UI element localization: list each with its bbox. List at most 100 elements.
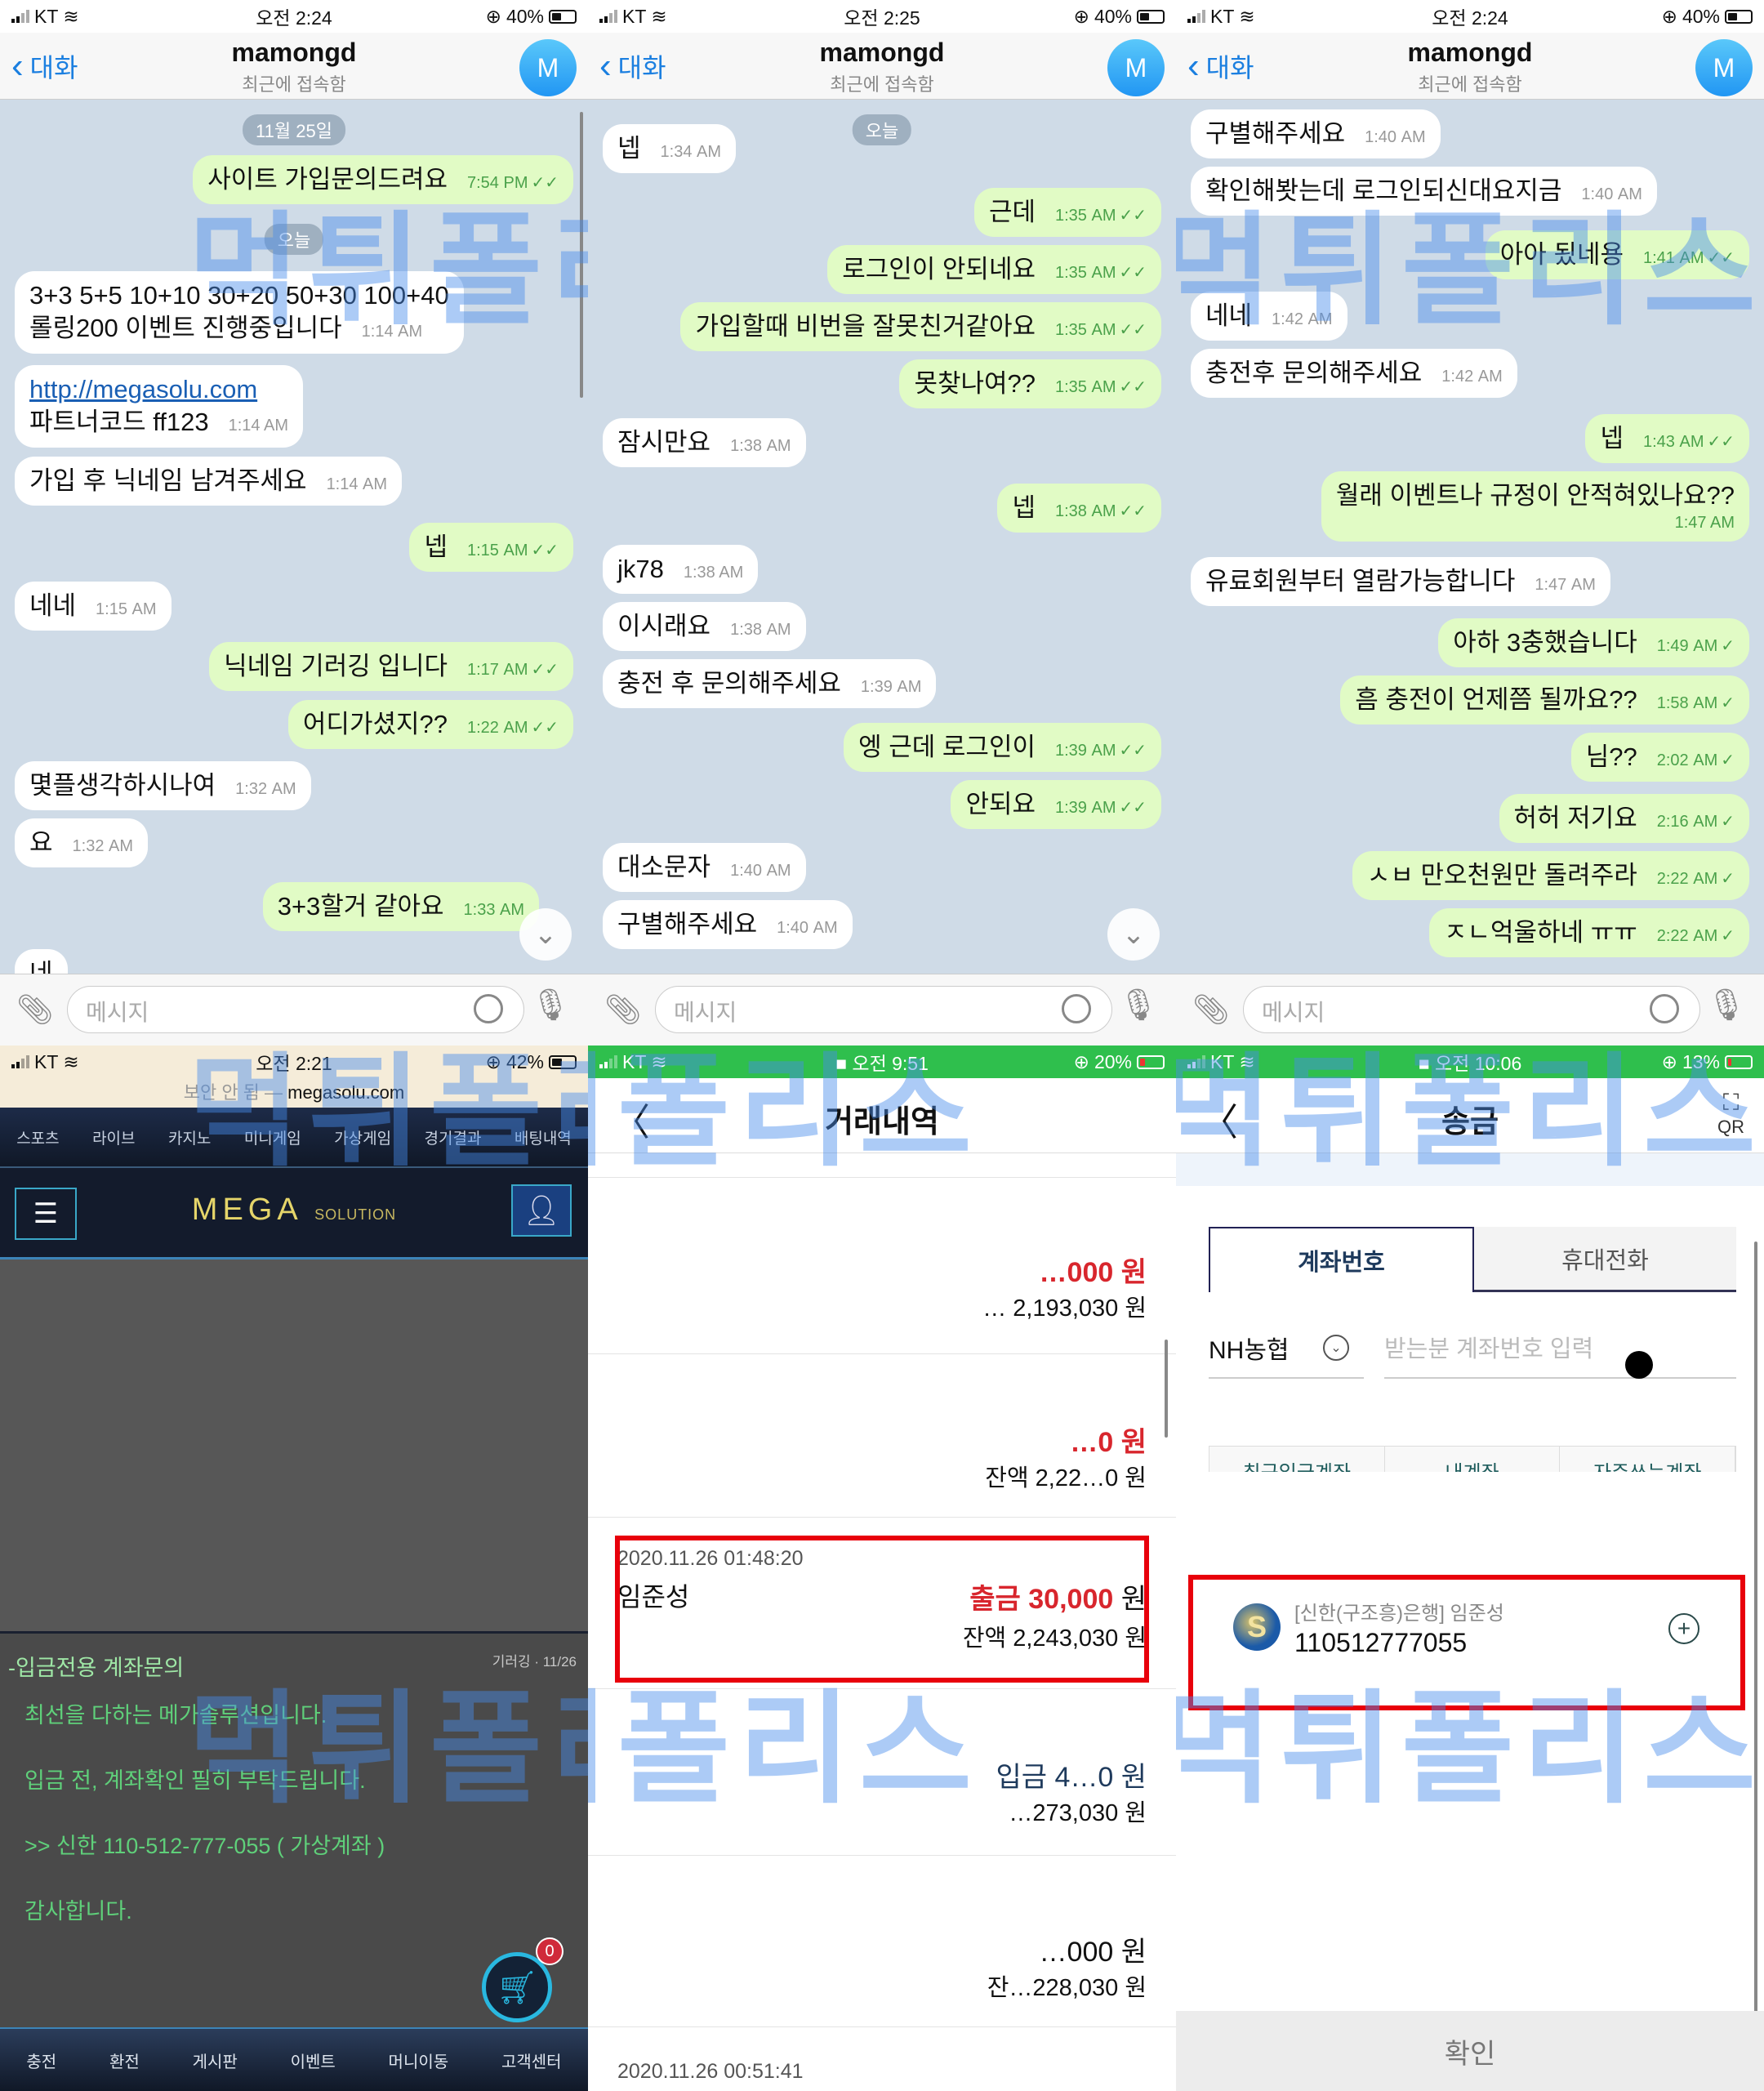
message-outgoing: 아하 3충했습니다 1:49 AM ✓ (1438, 618, 1749, 668)
microphone-icon[interactable]: 🎙︎ (1707, 988, 1746, 1023)
site-link[interactable]: http://megasolu.com (29, 373, 288, 406)
battery-icon (1724, 9, 1753, 24)
message-incoming: 네 (15, 949, 68, 974)
sticker-icon[interactable] (1062, 994, 1091, 1023)
clock: 오전 2:24 (256, 7, 332, 29)
message-outgoing: 근데 1:35 AM ✓✓ (973, 188, 1161, 238)
message-incoming: 충전후 문의해주세요 1:42 AM (1191, 349, 1517, 399)
microphone-icon[interactable]: 🎙︎ (1119, 988, 1158, 1023)
recording-icon: ■ (1418, 1053, 1430, 1074)
avatar[interactable]: M (1107, 39, 1165, 96)
highlight-box (615, 1536, 1149, 1683)
nav-virtual-game[interactable]: 가상게임 (334, 1126, 391, 1148)
message-outgoing: 흠 충전이 언제쯤 될까요?? 1:58 AM ✓ (1340, 675, 1749, 725)
clock: ■ 오전 9:51 (835, 1053, 929, 1074)
battery-icon (548, 1054, 577, 1069)
message-input[interactable]: 메시지 (1243, 986, 1700, 1033)
nav-results[interactable]: 경기결과 (425, 1126, 482, 1148)
subtab-favorites[interactable]: 자주쓰는계좌 (1560, 1447, 1735, 1472)
rotation-lock-icon: ⊕ (485, 1050, 501, 1072)
message-incoming: 요 1:32 AM (15, 818, 149, 868)
scrollbar[interactable] (580, 112, 583, 398)
microphone-icon[interactable]: 🎙︎ (531, 988, 570, 1023)
transaction-row[interactable]: 2020.11.26 00:51:41 (588, 2027, 1176, 2091)
account-number-input[interactable]: 받는분 계좌번호 입력 (1384, 1330, 1736, 1379)
nav-board[interactable]: 게시판 (193, 2049, 238, 2072)
wifi-icon: ≋ (63, 1050, 79, 1072)
clock: 오전 2:24 (1432, 7, 1508, 29)
contact-status: 최근에 접속함 (242, 74, 346, 95)
touch-indicator (1625, 1351, 1653, 1379)
attach-icon[interactable]: 📎︎ (16, 992, 54, 1027)
page-title: 송금 (1441, 1105, 1499, 1139)
rotation-lock-icon: ⊕ (1073, 5, 1089, 27)
status-bar: KT ≋ ■ 오전 10:06 ⊕ 13% (1176, 1046, 1764, 1078)
contact-name: mamongd (1407, 38, 1533, 67)
transaction-row[interactable] (588, 1153, 1176, 1178)
message-outgoing: ㅈㄴ억울하네 ㅠㅠ 2:22 AM ✓ (1428, 908, 1749, 958)
message-outgoing: 님?? 2:02 AM ✓ (1570, 733, 1749, 782)
attach-icon[interactable]: 📎︎ (1192, 992, 1230, 1027)
status-bar: KT ≋ ■ 오전 9:51 ⊕ 20% (588, 1046, 1176, 1078)
message-input-bar: 📎︎ 메시지 🎙︎ (588, 974, 1176, 1046)
qr-scan-icon: ⛶ (1722, 1090, 1740, 1115)
sticker-icon[interactable] (1650, 994, 1679, 1023)
message-incoming: 구별해주세요 1:40 AM (1191, 109, 1441, 159)
message-input[interactable]: 메시지 (655, 986, 1112, 1033)
site-header: ☰ MEGA SOLUTION 👤︎ (0, 1168, 588, 1260)
transaction-row[interactable]: …000 원 … 2,193,030 원 (588, 1178, 1176, 1354)
user-icon[interactable]: 👤︎ (511, 1184, 572, 1237)
app-header: 〈 거래내역 (588, 1078, 1176, 1153)
transaction-row[interactable]: …000 원 잔…228,030 원 (588, 1856, 1176, 2027)
scrollbar[interactable] (1754, 1242, 1757, 2042)
battery-percent: 40% (506, 5, 544, 27)
avatar[interactable]: M (1695, 39, 1753, 96)
nav-live[interactable]: 라이브 (92, 1126, 135, 1148)
status-bar: KT ≋ 오전 2:24 ⊕ 40% (0, 0, 588, 33)
chat-header: ‹ 대화 mamongd 최근에 접속함 M (588, 33, 1176, 100)
notice-line: 감사합니다. (24, 1899, 132, 1924)
message-outgoing: 사이트 가입문의드려요 7:54 PM ✓✓ (193, 155, 573, 205)
qr-button[interactable]: ⛶ QR (1717, 1090, 1744, 1138)
confirm-button[interactable]: 확인 (1176, 2011, 1764, 2091)
tab-bar: 계좌번호 휴대전화 (1209, 1227, 1736, 1292)
message-outgoing: 허허 저기요 2:16 AM ✓ (1499, 794, 1749, 844)
nav-casino[interactable]: 카지노 (168, 1126, 211, 1148)
subtab-recent[interactable]: 최근입금계좌 (1209, 1447, 1385, 1472)
scroll-down-button[interactable]: ⌄ (519, 908, 572, 961)
nav-support[interactable]: 고객센터 (501, 2049, 562, 2072)
message-input[interactable]: 메시지 (67, 986, 524, 1033)
chevron-down-icon[interactable]: ⌄ (1323, 1335, 1349, 1361)
avatar[interactable]: M (519, 39, 577, 96)
sticker-icon[interactable] (474, 994, 503, 1023)
url-bar[interactable]: 보안 안 됨 — megasolu.com (0, 1078, 588, 1108)
nav-event[interactable]: 이벤트 (291, 2049, 336, 2072)
bank-account-row: NH농협 ⌄ 받는분 계좌번호 입력 (1209, 1330, 1736, 1379)
tab-account-number[interactable]: 계좌번호 (1209, 1227, 1474, 1292)
transaction-row[interactable]: …0 원 잔액 2,22…0 원 (588, 1354, 1176, 1518)
message-incoming: 이시래요 1:38 AM (603, 602, 806, 652)
status-bar: KT ≋ 오전 2:25 ⊕ 40% (588, 0, 1176, 33)
nav-bet-history[interactable]: 배팅내역 (514, 1126, 572, 1148)
nav-money-transfer[interactable]: 머니이동 (389, 2049, 449, 2072)
subtab-my-account[interactable]: 내계좌 (1385, 1447, 1561, 1472)
contact-name: mamongd (231, 38, 357, 67)
page-title: 거래내역 (825, 1105, 939, 1139)
status-bar: KT ≋ 오전 2:21 ⊕ 42% (0, 1046, 588, 1078)
highlight-box (1188, 1575, 1745, 1710)
attach-icon[interactable]: 📎︎ (604, 992, 642, 1027)
chat-header: ‹ 대화 mamongd 최근에 접속함 M (1176, 33, 1764, 100)
transaction-row[interactable]: 입금 4…0 원 …273,030 원 (588, 1689, 1176, 1856)
rotation-lock-icon: ⊕ (1661, 1050, 1677, 1072)
tab-mobile-phone[interactable]: 휴대전화 (1474, 1227, 1736, 1292)
message-incoming: 넵 1:34 AM (603, 124, 737, 174)
nav-sports[interactable]: 스포츠 (16, 1126, 59, 1148)
message-outgoing: 넵 1:38 AM ✓✓ (997, 484, 1161, 533)
scroll-down-button[interactable]: ⌄ (1107, 908, 1160, 961)
nav-deposit[interactable]: 충전 (26, 2049, 56, 2072)
scrollbar[interactable] (1165, 1340, 1168, 1438)
recording-icon: ■ (835, 1053, 848, 1074)
nav-withdraw[interactable]: 환전 (109, 2049, 140, 2072)
nav-minigame[interactable]: 미니게임 (244, 1126, 301, 1148)
battery-icon (1137, 1054, 1165, 1069)
